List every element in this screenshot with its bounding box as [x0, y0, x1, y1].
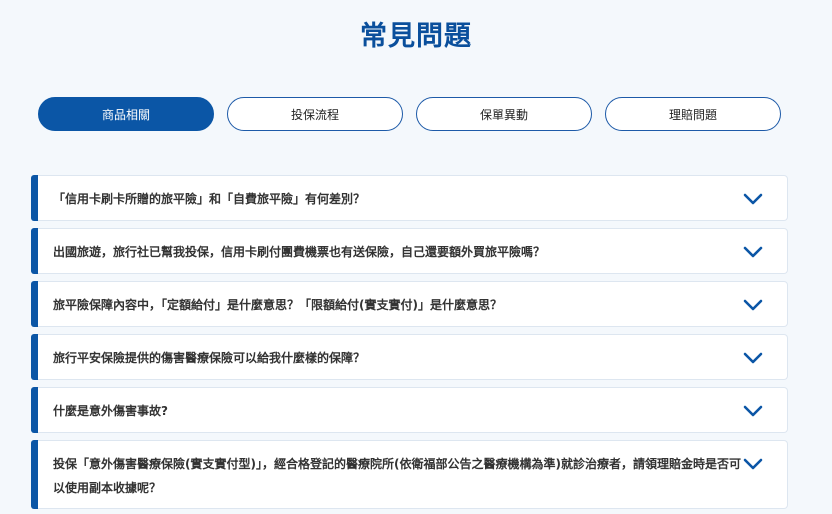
faq-accent-bar — [31, 440, 38, 509]
faq-item[interactable]: 投保「意外傷害醫療保險(實支實付型)」，經合格登記的醫療院所(依衛福部公告之醫療… — [31, 440, 788, 509]
faq-question: 旅行平安保險提供的傷害醫療保險可以給我什麼樣的保障？ — [53, 351, 366, 365]
chevron-down-icon[interactable] — [743, 246, 763, 258]
faq-item[interactable]: 旅平險保障內容中，「定額給付」是什麼意思？「限額給付(實支實付)」是什麼意思？ — [31, 281, 788, 327]
faq-question: 「信用卡刷卡所贈的旅平險」和「自費旅平險」有何差別？ — [53, 192, 366, 206]
page-title: 常見問題 — [360, 21, 472, 52]
category-tabs: 商品相關 投保流程 保單異動 理賠問題 — [38, 97, 782, 131]
chevron-down-icon[interactable] — [743, 405, 763, 417]
faq-accent-bar — [31, 228, 38, 274]
tab-claims[interactable]: 理賠問題 — [605, 97, 781, 131]
faq-question: 出國旅遊，旅行社已幫我投保，信用卡刷付團費機票也有送保險，自己還要額外買旅平險嗎… — [53, 245, 546, 259]
chevron-down-icon[interactable] — [743, 458, 763, 470]
faq-item[interactable]: 「信用卡刷卡所贈的旅平險」和「自費旅平險」有何差別？ — [31, 175, 788, 221]
faq-accent-bar — [31, 334, 38, 380]
faq-question: 旅平險保障內容中，「定額給付」是什麼意思？「限額給付(實支實付)」是什麼意思？ — [53, 298, 502, 312]
faq-accent-bar — [31, 175, 38, 221]
faq-accent-bar — [31, 387, 38, 433]
chevron-down-icon[interactable] — [743, 193, 763, 205]
faq-item[interactable]: 什麼是意外傷害事故? — [31, 387, 788, 433]
faq-item[interactable]: 旅行平安保險提供的傷害醫療保險可以給我什麼樣的保障？ — [31, 334, 788, 380]
faq-item[interactable]: 出國旅遊，旅行社已幫我投保，信用卡刷付團費機票也有送保險，自己還要額外買旅平險嗎… — [31, 228, 788, 274]
faq-question: 什麼是意外傷害事故? — [53, 404, 168, 418]
faq-accent-bar — [31, 281, 38, 327]
tab-application-process[interactable]: 投保流程 — [227, 97, 403, 131]
chevron-down-icon[interactable] — [743, 352, 763, 364]
tab-product[interactable]: 商品相關 — [38, 97, 214, 131]
faq-question: 投保「意外傷害醫療保險(實支實付型)」，經合格登記的醫療院所(依衛福部公告之醫療… — [53, 457, 741, 495]
chevron-down-icon[interactable] — [743, 299, 763, 311]
tab-policy-changes[interactable]: 保單異動 — [416, 97, 592, 131]
